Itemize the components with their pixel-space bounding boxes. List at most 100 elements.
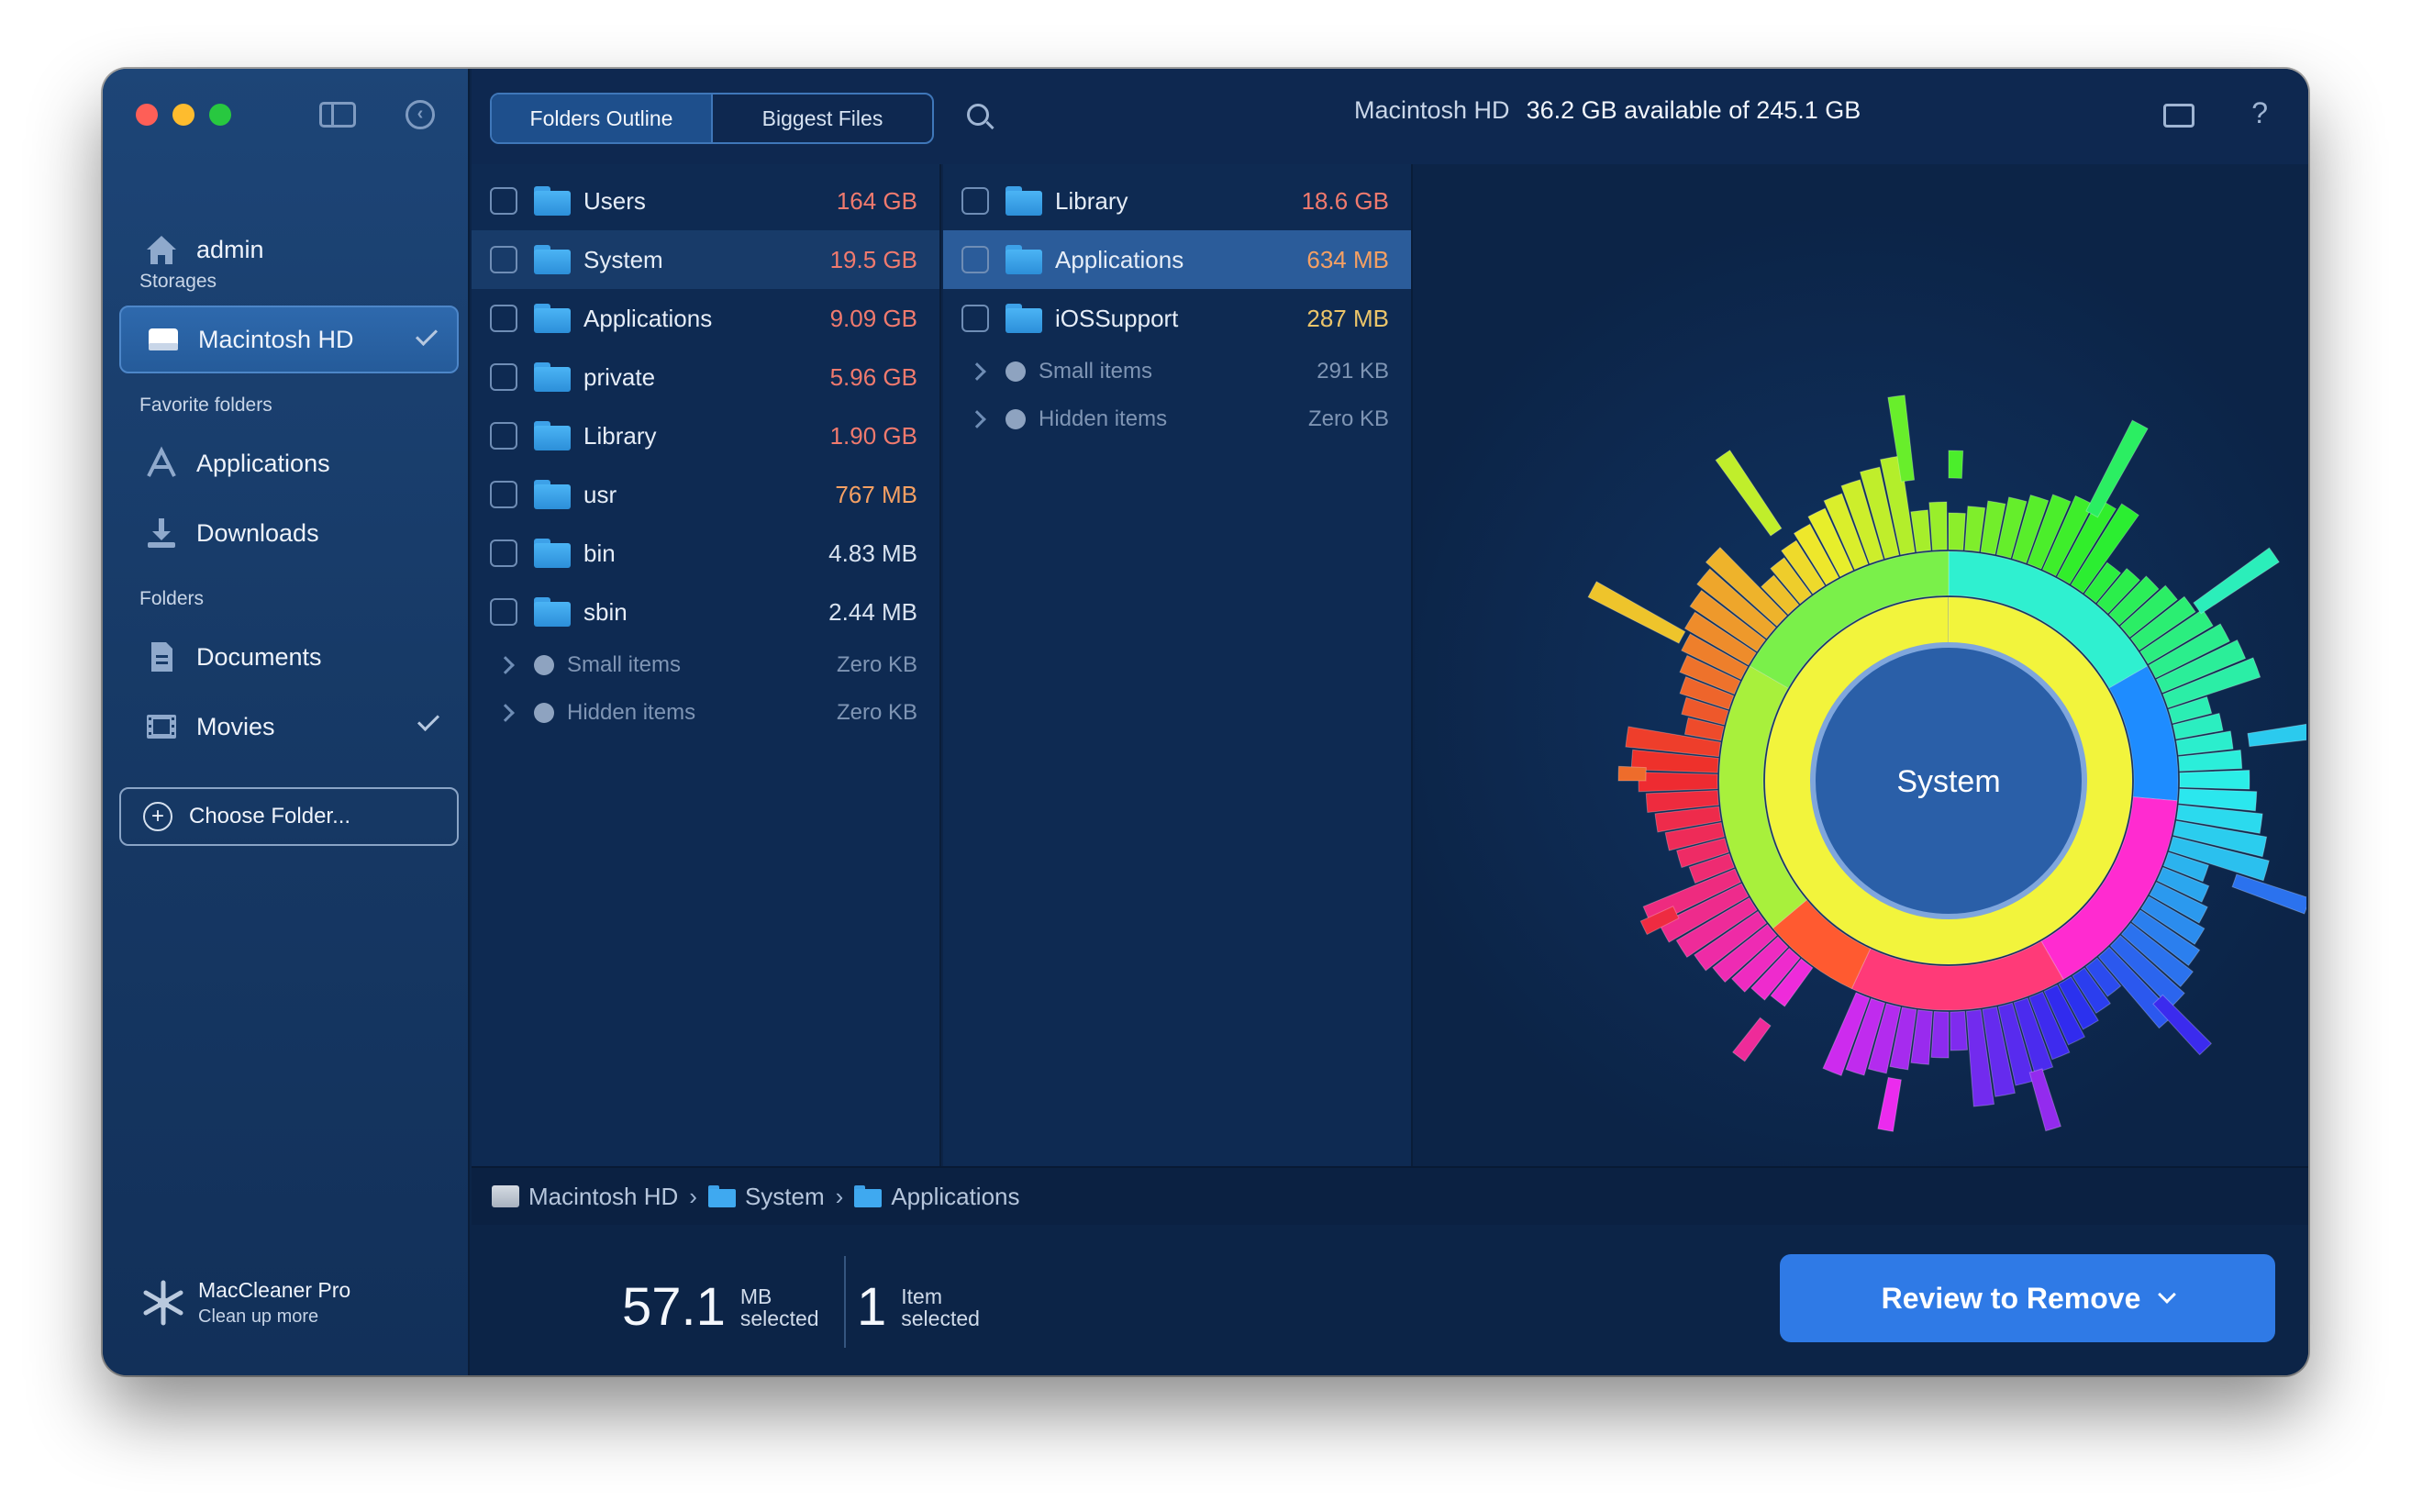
checkbox[interactable]	[961, 187, 989, 215]
choose-folder-button[interactable]: + Choose Folder...	[119, 787, 459, 846]
sidebar-item-label: Downloads	[196, 518, 319, 547]
chevron-right-icon[interactable]	[968, 362, 986, 381]
item-size: 291 KB	[1317, 359, 1389, 384]
tab-biggest-files[interactable]: Biggest Files	[713, 94, 932, 142]
list-item[interactable]: private 5.96 GB	[472, 348, 939, 406]
review-to-remove-button[interactable]: Review to Remove	[1780, 1254, 2275, 1342]
sunburst-segment[interactable]	[1617, 765, 1647, 782]
list-item-small-items[interactable]: Small items Zero KB	[472, 641, 939, 689]
search-icon[interactable]	[967, 104, 989, 126]
list-item[interactable]: Users 164 GB	[472, 172, 939, 230]
sunburst-segment[interactable]	[2193, 547, 2280, 615]
sunburst-segment[interactable]	[2231, 873, 2306, 915]
item-name: sbin	[583, 597, 628, 626]
chevron-down-icon	[2158, 1285, 2177, 1304]
item-name: Library	[1055, 186, 1128, 215]
home-icon	[141, 229, 182, 270]
breadcrumb-item[interactable]: System	[745, 1183, 825, 1211]
sidebar-item-macintosh-hd[interactable]: Macintosh HD	[119, 306, 459, 373]
sidebar-toggle-icon[interactable]	[319, 102, 356, 128]
sunburst-segment[interactable]	[1930, 1010, 1950, 1059]
folder-icon	[534, 421, 571, 450]
minimize-button[interactable]	[172, 104, 194, 126]
sunburst-segment[interactable]	[1877, 1076, 1902, 1132]
sidebar-item-applications[interactable]: Applications	[119, 429, 459, 497]
sidebar-item-label: Macintosh HD	[198, 325, 354, 353]
back-icon[interactable]: ‹	[406, 100, 435, 129]
list-item[interactable]: bin 4.83 MB	[472, 524, 939, 583]
sidebar-item-movies[interactable]: Movies	[119, 693, 459, 761]
dot-icon	[1006, 361, 1026, 382]
checkbox[interactable]	[490, 305, 517, 332]
list-item-hidden-items[interactable]: Hidden items Zero KB	[472, 689, 939, 737]
checkbox[interactable]	[490, 187, 517, 215]
help-icon[interactable]: ?	[2251, 96, 2268, 130]
sunburst-segment[interactable]	[1715, 450, 1783, 537]
list-item-hidden-items[interactable]: Hidden items Zero KB	[943, 395, 1411, 443]
item-name: Hidden items	[1039, 406, 1168, 431]
sunburst-segment[interactable]	[2179, 770, 2250, 790]
maccleaner-promo[interactable]: MacCleaner Pro Clean up more	[139, 1278, 350, 1328]
folder-icon	[534, 539, 571, 568]
list-item[interactable]: Applications 9.09 GB	[472, 289, 939, 348]
choose-folder-label: Choose Folder...	[189, 804, 351, 828]
tab-folders-outline[interactable]: Folders Outline	[492, 94, 713, 142]
list-item[interactable]: iOSSupport 287 MB	[943, 289, 1411, 348]
checkbox[interactable]	[490, 598, 517, 626]
checkbox[interactable]	[961, 246, 989, 273]
item-size: 18.6 GB	[1301, 186, 1389, 215]
list-item-small-items[interactable]: Small items 291 KB	[943, 348, 1411, 395]
sidebar-item-downloads[interactable]: Downloads	[119, 499, 459, 567]
selected-items-value: 1	[857, 1277, 887, 1337]
checkbox[interactable]	[961, 305, 989, 332]
checkbox[interactable]	[490, 422, 517, 450]
plus-icon: +	[143, 802, 172, 831]
list-item[interactable]: usr 767 MB	[472, 465, 939, 524]
chevron-right-icon[interactable]	[968, 410, 986, 428]
breadcrumb-item[interactable]: Macintosh HD	[528, 1183, 678, 1211]
zoom-button[interactable]	[209, 104, 231, 126]
item-size: 287 MB	[1306, 304, 1389, 332]
feedback-icon[interactable]	[2163, 104, 2194, 128]
sunburst-segment[interactable]	[2028, 1068, 2062, 1132]
sunburst-segment[interactable]	[1638, 772, 1718, 793]
folder-column-root: Users 164 GB System 19.5 GB Applications 9.…	[472, 164, 941, 1236]
promo-name: MacCleaner Pro	[198, 1278, 351, 1302]
list-item[interactable]: Applications 634 MB	[943, 230, 1411, 289]
sidebar-item-documents[interactable]: Documents	[119, 623, 459, 691]
sunburst-segment[interactable]	[1731, 1017, 1772, 1062]
item-size: 19.5 GB	[829, 245, 917, 273]
sunburst-chart[interactable]: System	[1415, 164, 2306, 1166]
folder-icon	[1006, 304, 1042, 333]
close-button[interactable]	[136, 104, 158, 126]
list-item[interactable]: sbin 2.44 MB	[472, 583, 939, 641]
chevron-right-icon[interactable]	[496, 704, 515, 722]
applications-icon	[141, 443, 182, 484]
sunburst-segment[interactable]	[1928, 501, 1948, 551]
list-item[interactable]: Library 18.6 GB	[943, 172, 1411, 230]
checkbox[interactable]	[490, 481, 517, 508]
item-name: Users	[583, 186, 646, 215]
sidebar-item-label: Applications	[196, 449, 330, 477]
item-size: 5.96 GB	[829, 362, 917, 391]
sunburst-segment[interactable]	[1948, 512, 1966, 551]
sunburst-segment[interactable]	[1950, 1010, 1969, 1051]
item-size: 164 GB	[836, 186, 917, 215]
checkbox[interactable]	[490, 363, 517, 391]
sunburst-segment[interactable]	[2085, 419, 2149, 518]
snowflake-icon	[143, 1280, 183, 1326]
chevron-right-icon[interactable]	[496, 656, 515, 674]
item-size: 9.09 GB	[829, 304, 917, 332]
checkbox[interactable]	[490, 539, 517, 567]
list-item[interactable]: System 19.5 GB	[472, 230, 939, 289]
breadcrumb-item[interactable]: Applications	[891, 1183, 1019, 1211]
folder-icon	[707, 1185, 736, 1207]
sunburst-segment[interactable]	[2247, 720, 2306, 748]
sidebar-item-label: admin	[196, 235, 264, 263]
folder-icon	[854, 1185, 883, 1207]
list-item[interactable]: Library 1.90 GB	[472, 406, 939, 465]
sunburst-segment[interactable]	[1587, 581, 1686, 644]
sunburst-segment[interactable]	[1948, 450, 1964, 479]
disk-space: 36.2 GB available of 245.1 GB	[1526, 96, 1861, 124]
checkbox[interactable]	[490, 246, 517, 273]
